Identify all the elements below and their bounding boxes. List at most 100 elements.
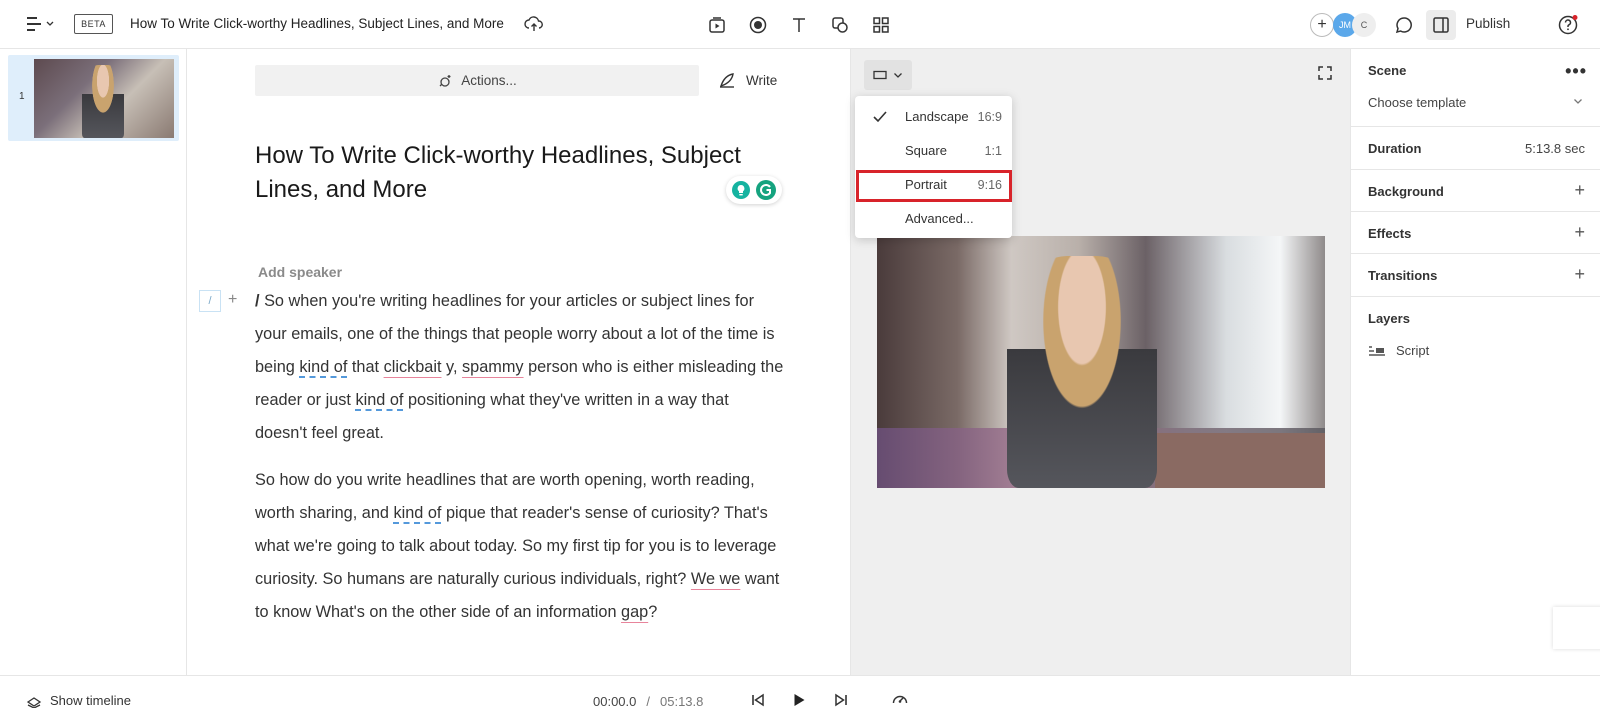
text-icon[interactable] [787,13,811,37]
write-button[interactable]: Write [718,71,777,89]
beta-badge: BETA [74,14,113,34]
timeline-icon [26,694,42,708]
layer-item-script[interactable]: Script [1368,343,1429,358]
feather-pen-icon [718,71,736,89]
avatar[interactable]: C [1352,13,1376,37]
text-run: ? [648,603,658,621]
page-title[interactable]: How To Write Click-worthy Headlines, Sub… [255,139,795,207]
effects-section[interactable]: Effects + [1351,212,1600,254]
add-speaker-button[interactable]: Add speaker [258,264,342,280]
layers-heading: Layers [1368,311,1410,326]
lightbulb-icon [731,180,751,200]
total-time: 05:13.8 [660,694,704,709]
grid-apps-icon[interactable] [869,13,893,37]
menu-item-square[interactable]: Square 1:1 [855,134,1012,167]
playback-bar: Show timeline 00:00.0 / 05:13.8 [0,675,1600,724]
scene-thumbnail[interactable]: 1 [8,55,179,141]
slash-prefix: / [255,292,265,310]
comment-icon[interactable] [1392,13,1416,37]
more-options-icon[interactable]: ••• [1565,61,1587,82]
slash-command-button[interactable]: / [199,290,221,312]
scene-number: 1 [19,91,25,102]
cloud-sync-icon[interactable] [524,15,544,33]
scene-section: Scene ••• Choose template [1351,49,1600,127]
scene-heading: Scene [1368,63,1407,78]
choose-template-dropdown[interactable]: Choose template [1368,95,1466,110]
grammar-suggestion[interactable]: kind of [355,391,403,409]
add-effect-button[interactable]: + [1574,222,1585,243]
script-paragraph[interactable]: / So when you're writing headlines for y… [255,285,785,450]
menu-item-label: Square [905,143,947,158]
background-label: Background [1368,184,1444,199]
video-speaker [1007,256,1157,488]
grammar-suggestion[interactable]: kind of [299,358,347,376]
record-icon[interactable] [746,13,770,37]
publish-button[interactable]: Publish [1466,16,1510,31]
properties-panel: Scene ••• Choose template Duration 5:13.… [1350,49,1600,675]
insert-block-button[interactable]: + [228,291,237,309]
duration-value[interactable]: 5:13.8 sec [1525,141,1585,156]
menu-item-label: Landscape [905,109,969,124]
add-collaborator-button[interactable]: + [1310,13,1334,37]
help-icon[interactable] [1556,13,1580,37]
checkmark-icon [873,110,887,123]
menu-item-ratio: 9:16 [977,177,1002,192]
video-frame[interactable] [877,236,1325,488]
layer-label: Script [1396,343,1430,358]
duration-section: Duration 5:13.8 sec [1351,127,1600,170]
script-editor: Actions... Write How To Write Click-wort… [188,49,850,675]
menu-item-portrait[interactable]: Portrait 9:16 [855,168,1012,201]
scene-add-icon[interactable] [705,13,729,37]
script-paragraph[interactable]: So how do you write headlines that are w… [255,464,785,629]
fullscreen-icon[interactable] [1317,65,1333,81]
aspect-ratio-menu: Landscape 16:9 Square 1:1 Portrait 9:16 … [855,96,1012,238]
menu-item-label: Advanced... [905,211,974,226]
playback-speed-icon[interactable] [891,692,909,708]
actions-label: Actions... [461,73,517,88]
actions-sparkle-icon [437,73,453,89]
document-title[interactable]: How To Write Click-worthy Headlines, Sub… [130,16,504,31]
skip-back-icon[interactable] [750,692,766,708]
shapes-icon[interactable] [828,13,852,37]
spelling-suggestion[interactable]: We we [691,570,740,588]
add-background-button[interactable]: + [1574,180,1585,201]
scene-list-panel: 1 [0,49,187,675]
show-timeline-label: Show timeline [50,693,131,708]
menu-item-label: Portrait [905,177,947,192]
actions-button[interactable]: Actions... [255,65,699,96]
time-separator: / [646,694,650,709]
menu-item-ratio: 16:9 [977,109,1002,124]
grammar-suggestion[interactable]: kind of [393,504,441,522]
menu-item-landscape[interactable]: Landscape 16:9 [855,100,1012,133]
grammarly-widget[interactable] [726,176,782,204]
script-layer-icon [1368,344,1386,358]
transitions-label: Transitions [1368,268,1438,283]
playback-time: 00:00.0 / 05:13.8 [593,694,703,709]
current-time: 00:00.0 [593,694,637,709]
text-run: y, [441,358,463,376]
landscape-ratio-icon [873,70,887,80]
spelling-suggestion[interactable]: spammy [462,358,524,376]
duration-label: Duration [1368,141,1422,156]
floating-widget[interactable] [1553,607,1600,649]
grammarly-icon [755,179,777,201]
show-timeline-button[interactable]: Show timeline [26,693,131,708]
toggle-panel-icon[interactable] [1426,10,1456,40]
effects-label: Effects [1368,226,1412,241]
add-transition-button[interactable]: + [1574,264,1585,285]
write-label: Write [746,72,778,88]
spelling-suggestion[interactable]: clickbait [384,358,442,376]
background-section[interactable]: Background + [1351,170,1600,212]
play-icon[interactable] [791,692,807,708]
skip-forward-icon[interactable] [833,692,849,708]
aspect-ratio-button[interactable] [864,60,912,90]
top-toolbar: BETA How To Write Click-worthy Headlines… [0,0,1600,49]
menu-logo-icon[interactable] [25,15,55,33]
spelling-suggestion[interactable]: gap [621,603,648,621]
chevron-down-icon[interactable] [1573,97,1583,105]
video-desk [1155,433,1325,488]
transitions-section[interactable]: Transitions + [1351,254,1600,297]
menu-item-advanced[interactable]: Advanced... [855,202,1012,235]
scene-thumbnail-image [34,59,174,138]
text-run: that [347,358,384,376]
